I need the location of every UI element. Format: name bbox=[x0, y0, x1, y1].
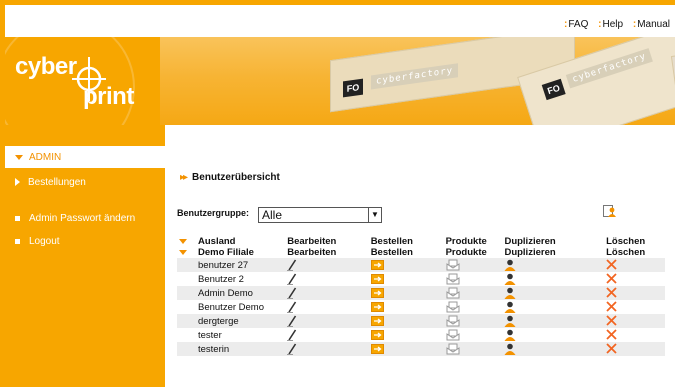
delete-x-icon[interactable] bbox=[606, 301, 617, 313]
products-icon[interactable] bbox=[446, 259, 460, 271]
filter-label: Benutzergruppe: bbox=[177, 208, 249, 218]
column-header: Duplizieren bbox=[504, 247, 556, 258]
table-header-row: Demo Filiale Bearbeiten Bestellen Produk… bbox=[177, 247, 665, 258]
dropdown-arrow-icon: ▼ bbox=[368, 208, 381, 222]
box-label: cyberfactory bbox=[371, 63, 459, 90]
table-row: Benutzer Demo bbox=[177, 300, 665, 314]
edit-pencil-icon[interactable] bbox=[287, 343, 297, 355]
table-row: benutzer 27 bbox=[177, 258, 665, 272]
user-name: testerin bbox=[177, 342, 288, 356]
user-name: tester bbox=[177, 328, 288, 342]
column-header: Produkte bbox=[445, 236, 487, 247]
delete-x-icon[interactable] bbox=[606, 259, 617, 271]
chevron-down-icon bbox=[179, 250, 187, 255]
order-arrow-icon[interactable] bbox=[370, 343, 384, 354]
duplicate-user-icon[interactable] bbox=[504, 315, 516, 327]
sidebar-item-change-password[interactable]: Admin Passwort ändern bbox=[15, 213, 135, 224]
bullet-icon bbox=[15, 238, 20, 244]
chevron-down-icon bbox=[15, 154, 23, 160]
header-banner: FO cyberfactory FO cyberfactory cyber pr… bbox=[5, 37, 675, 125]
products-icon[interactable] bbox=[446, 343, 460, 355]
user-table: Ausland Bearbeiten Bestellen Produkte Du… bbox=[177, 236, 665, 356]
box-logo-mark: FO bbox=[343, 78, 363, 98]
duplicate-user-icon[interactable] bbox=[504, 287, 516, 299]
main-content: ▸▸ Benutzerübersicht Benutzergruppe: Alle… bbox=[165, 125, 675, 387]
sidebar: ADMIN Bestellungen Admin Passwort ändern… bbox=[5, 125, 165, 387]
products-icon[interactable] bbox=[446, 273, 460, 285]
edit-pencil-icon[interactable] bbox=[287, 315, 297, 327]
box-label: cyberfactory bbox=[565, 48, 653, 89]
user-name: benutzer 27 bbox=[177, 258, 288, 272]
help-link[interactable]: Help bbox=[602, 19, 623, 30]
table-row: Admin Demo bbox=[177, 286, 665, 300]
top-links: :FAQ :Help :Manual bbox=[564, 19, 670, 30]
edit-pencil-icon[interactable] bbox=[287, 287, 297, 299]
edit-pencil-icon[interactable] bbox=[287, 273, 297, 285]
table-header-row: Ausland Bearbeiten Bestellen Produkte Du… bbox=[177, 236, 665, 247]
column-header: Bearbeiten bbox=[287, 247, 337, 258]
user-name: Benutzer 2 bbox=[177, 272, 288, 286]
banner-photo: FO cyberfactory FO cyberfactory bbox=[160, 37, 675, 125]
add-user-icon[interactable] bbox=[603, 205, 617, 217]
user-name: Admin Demo bbox=[177, 286, 288, 300]
order-arrow-icon[interactable] bbox=[370, 273, 384, 284]
user-name: Benutzer Demo bbox=[177, 300, 288, 314]
group-header-ausland[interactable]: Ausland bbox=[177, 236, 287, 247]
products-icon[interactable] bbox=[446, 301, 460, 313]
chevron-down-icon bbox=[179, 239, 187, 244]
order-arrow-icon[interactable] bbox=[370, 329, 384, 340]
products-icon[interactable] bbox=[446, 315, 460, 327]
top-bar: :FAQ :Help :Manual bbox=[5, 5, 675, 37]
delete-x-icon[interactable] bbox=[606, 343, 617, 355]
table-row: tester bbox=[177, 328, 665, 342]
order-arrow-icon[interactable] bbox=[370, 287, 384, 298]
sidebar-item-logout[interactable]: Logout bbox=[15, 236, 60, 247]
table-row: dergterge bbox=[177, 314, 665, 328]
column-header: Duplizieren bbox=[504, 236, 556, 247]
chevron-right-icon bbox=[15, 178, 20, 187]
column-header: Produkte bbox=[445, 247, 487, 258]
delete-x-icon[interactable] bbox=[606, 329, 617, 341]
group-header-demo-filiale[interactable]: Demo Filiale bbox=[177, 247, 287, 258]
delete-x-icon[interactable] bbox=[606, 273, 617, 285]
double-arrow-icon: ▸▸ bbox=[180, 172, 188, 183]
duplicate-user-icon[interactable] bbox=[504, 329, 516, 341]
edit-pencil-icon[interactable] bbox=[287, 259, 297, 271]
edit-pencil-icon[interactable] bbox=[287, 329, 297, 341]
column-header: Bestellen bbox=[370, 236, 413, 247]
order-arrow-icon[interactable] bbox=[370, 259, 384, 270]
bullet-icon bbox=[15, 215, 20, 221]
duplicate-user-icon[interactable] bbox=[504, 301, 516, 313]
delete-x-icon[interactable] bbox=[606, 315, 617, 327]
sidebar-item-bestellungen[interactable]: Bestellungen bbox=[15, 177, 86, 188]
column-header: Löschen bbox=[606, 236, 646, 247]
column-header: Bearbeiten bbox=[287, 236, 337, 247]
table-row: Benutzer 2 bbox=[177, 272, 665, 286]
user-group-select[interactable]: Alle ▼ bbox=[258, 207, 382, 223]
user-name: dergterge bbox=[177, 314, 288, 328]
order-arrow-icon[interactable] bbox=[370, 315, 384, 326]
crosshair-decoration bbox=[5, 37, 135, 125]
table-row: testerin bbox=[177, 342, 665, 356]
products-icon[interactable] bbox=[446, 287, 460, 299]
page-title: ▸▸ Benutzerübersicht bbox=[180, 172, 280, 183]
column-header: Löschen bbox=[606, 247, 646, 258]
faq-link[interactable]: FAQ bbox=[568, 19, 588, 30]
products-icon[interactable] bbox=[446, 329, 460, 341]
user-group-select-value: Alle bbox=[262, 208, 283, 222]
manual-link[interactable]: Manual bbox=[637, 19, 670, 30]
delete-x-icon[interactable] bbox=[606, 287, 617, 299]
duplicate-user-icon[interactable] bbox=[504, 259, 516, 271]
box-logo-mark: FO bbox=[541, 78, 566, 101]
edit-pencil-icon[interactable] bbox=[287, 301, 297, 313]
order-arrow-icon[interactable] bbox=[370, 301, 384, 312]
duplicate-user-icon[interactable] bbox=[504, 343, 516, 355]
sidebar-item-admin[interactable]: ADMIN bbox=[15, 152, 61, 163]
column-header: Bestellen bbox=[370, 247, 413, 258]
duplicate-user-icon[interactable] bbox=[504, 273, 516, 285]
